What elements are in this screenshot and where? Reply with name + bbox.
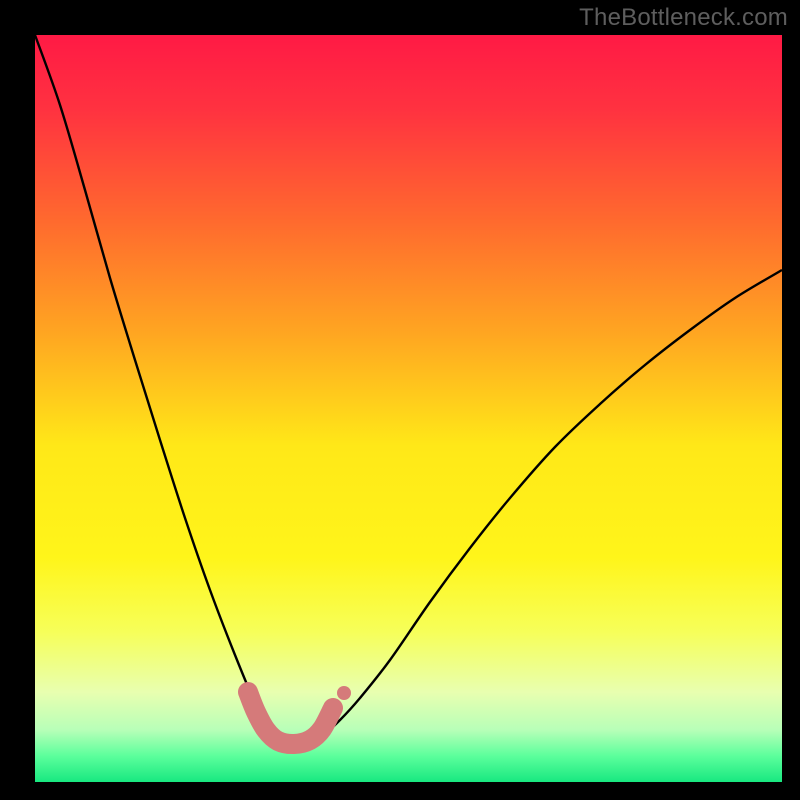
chart-frame: TheBottleneck.com [0,0,800,800]
gradient-background [35,35,782,782]
chart-canvas [0,0,800,800]
watermark-text: TheBottleneck.com [579,4,788,32]
highlight-end-dot [337,686,351,700]
